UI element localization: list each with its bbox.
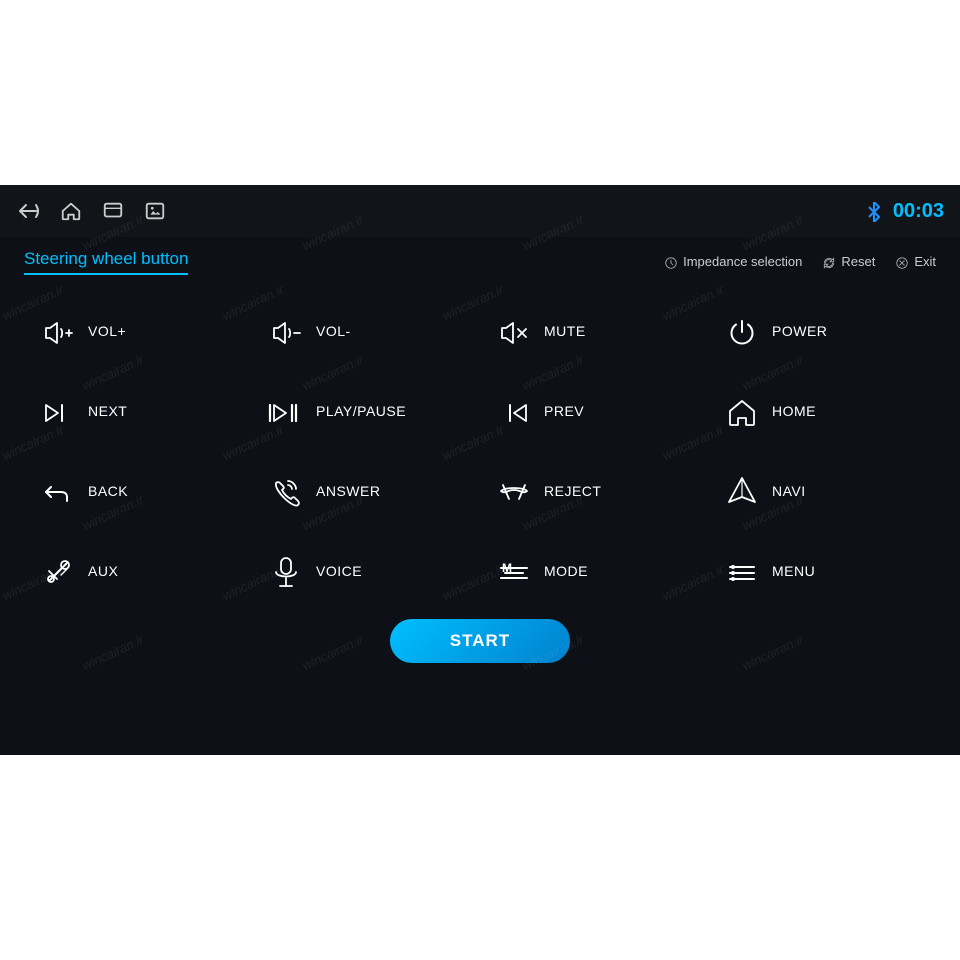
back-nav-icon[interactable]	[16, 199, 40, 223]
vol-minus-cell[interactable]: VOL-	[252, 291, 480, 371]
nav-left	[16, 199, 166, 223]
home-label: HOME	[772, 403, 816, 419]
start-btn-container: START	[24, 619, 936, 663]
time-display: 00:03	[893, 200, 944, 223]
svg-text:M: M	[502, 561, 512, 575]
top-whitespace	[0, 0, 960, 185]
bluetooth-icon	[865, 200, 883, 221]
home-cell[interactable]: HOME	[708, 371, 936, 451]
prev-cell[interactable]: PREV	[480, 371, 708, 451]
play-pause-icon	[268, 395, 304, 426]
home-nav-icon[interactable]	[60, 200, 82, 222]
back-label: BACK	[88, 483, 128, 499]
impedance-label: Impedance selection	[683, 254, 802, 269]
multiwindow-nav-icon[interactable]	[102, 200, 124, 222]
button-grid: VOL+ VOL-	[24, 291, 936, 611]
vol-minus-label: VOL-	[316, 323, 351, 339]
start-button[interactable]: START	[390, 619, 570, 663]
play-pause-cell[interactable]: PLAY/PAUSE	[252, 371, 480, 451]
prev-label: PREV	[544, 403, 584, 419]
exit-label: Exit	[914, 254, 936, 269]
answer-icon	[268, 475, 304, 507]
vol-plus-label: VOL+	[88, 323, 126, 339]
aux-cell[interactable]: AUX	[24, 531, 252, 611]
prev-icon	[496, 395, 532, 426]
vol-plus-cell[interactable]: VOL+	[24, 291, 252, 371]
back-cell[interactable]: BACK	[24, 451, 252, 531]
reject-icon	[496, 475, 532, 506]
mute-icon	[496, 315, 532, 346]
mode-icon: M	[496, 555, 532, 586]
aux-icon	[40, 555, 76, 587]
nav-right: 00:03	[865, 200, 944, 223]
main-screen: wincairan.ir wincairan.ir wincairan.ir w…	[0, 185, 960, 755]
impedance-selection-action[interactable]: Impedance selection	[664, 254, 802, 270]
page-title: Steering wheel button	[24, 249, 188, 275]
voice-cell[interactable]: VOICE	[252, 531, 480, 611]
reject-cell[interactable]: REJECT	[480, 451, 708, 531]
next-label: NEXT	[88, 403, 127, 419]
menu-icon	[724, 555, 760, 586]
exit-action[interactable]: Exit	[895, 254, 936, 270]
power-icon	[724, 314, 760, 347]
bottom-whitespace	[0, 755, 960, 960]
navi-cell[interactable]: NAVI	[708, 451, 936, 531]
reset-action[interactable]: Reset	[822, 254, 875, 270]
reset-icon	[822, 254, 836, 270]
navi-icon	[724, 474, 760, 507]
back-btn-icon	[40, 475, 76, 507]
answer-cell[interactable]: ANSWER	[252, 451, 480, 531]
aux-label: AUX	[88, 563, 118, 579]
navbar: 00:03	[0, 185, 960, 237]
reset-label: Reset	[841, 254, 875, 269]
play-pause-label: PLAY/PAUSE	[316, 403, 406, 419]
title-actions: Impedance selection Reset	[664, 254, 936, 270]
power-cell[interactable]: POWER	[708, 291, 936, 371]
impedance-icon	[664, 254, 678, 270]
title-row: Steering wheel button Impedance selectio…	[24, 249, 936, 275]
screenshot-nav-icon[interactable]	[144, 200, 166, 222]
menu-cell[interactable]: MENU	[708, 531, 936, 611]
vol-minus-icon	[268, 315, 304, 346]
navi-label: NAVI	[772, 483, 806, 499]
next-icon	[40, 395, 76, 426]
power-label: POWER	[772, 323, 827, 339]
content-area: Steering wheel button Impedance selectio…	[0, 237, 960, 675]
reject-label: REJECT	[544, 483, 601, 499]
menu-label: MENU	[772, 563, 815, 579]
mode-label: MODE	[544, 563, 588, 579]
voice-label: VOICE	[316, 563, 362, 579]
home-btn-icon	[724, 395, 760, 427]
answer-label: ANSWER	[316, 483, 380, 499]
voice-icon	[268, 554, 304, 587]
mode-cell[interactable]: M MODE	[480, 531, 708, 611]
exit-icon	[895, 254, 909, 270]
mute-label: MUTE	[544, 323, 586, 339]
mute-cell[interactable]: MUTE	[480, 291, 708, 371]
vol-plus-icon	[40, 315, 76, 346]
next-cell[interactable]: NEXT	[24, 371, 252, 451]
